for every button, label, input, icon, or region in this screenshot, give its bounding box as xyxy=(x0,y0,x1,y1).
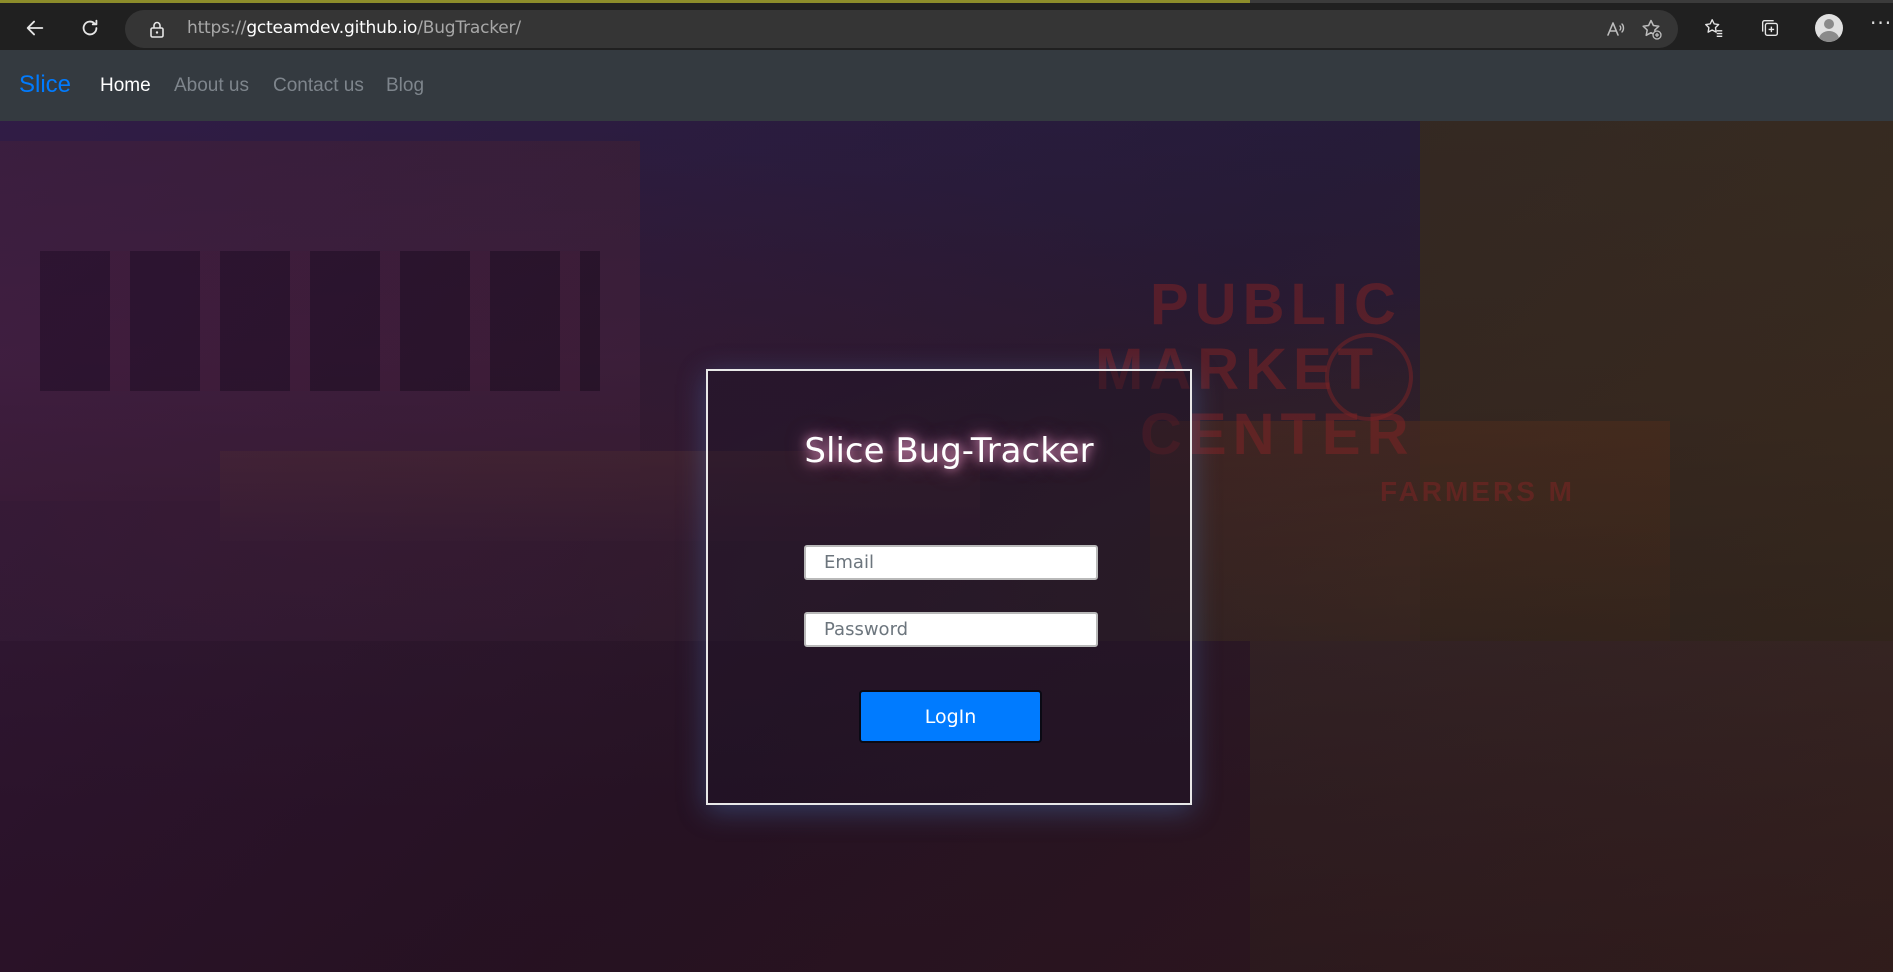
login-card: Slice Bug-Tracker LogIn xyxy=(706,369,1192,805)
nav-link-about[interactable]: About us xyxy=(174,75,249,97)
address-bar[interactable]: https://gcteamdev.github.io/BugTracker/ xyxy=(125,10,1678,48)
url-text[interactable]: https://gcteamdev.github.io/BugTracker/ xyxy=(187,18,521,38)
refresh-icon[interactable] xyxy=(73,11,107,45)
login-button[interactable]: LogIn xyxy=(859,690,1042,743)
url-host: gcteamdev.github.io xyxy=(246,18,418,38)
nav-link-blog[interactable]: Blog xyxy=(386,75,424,97)
loading-bar xyxy=(0,0,1250,3)
site-navbar: Slice Home About us Contact us Blog xyxy=(0,50,1893,121)
login-title: Slice Bug-Tracker xyxy=(804,431,1094,471)
profile-body xyxy=(1819,31,1839,42)
lock-icon[interactable] xyxy=(147,19,167,39)
profile-head xyxy=(1824,19,1834,29)
more-icon[interactable]: ··· xyxy=(1870,11,1892,35)
read-aloud-icon[interactable] xyxy=(1605,18,1627,40)
url-scheme: https:// xyxy=(187,18,247,38)
profile-icon[interactable] xyxy=(1815,14,1843,42)
loading-bar-track xyxy=(1250,0,1893,3)
nav-link-home[interactable]: Home xyxy=(100,75,151,97)
browser-toolbar: https://gcteamdev.github.io/BugTracker/ … xyxy=(0,0,1893,50)
email-input[interactable] xyxy=(804,545,1098,580)
add-favorite-icon[interactable] xyxy=(1640,18,1662,40)
password-input[interactable] xyxy=(804,612,1098,647)
url-path: /BugTracker/ xyxy=(417,18,521,38)
brand-link[interactable]: Slice xyxy=(19,71,71,99)
nav-link-contact[interactable]: Contact us xyxy=(273,75,364,97)
back-icon[interactable] xyxy=(18,11,52,45)
favorites-icon[interactable] xyxy=(1697,11,1731,45)
collections-icon[interactable] xyxy=(1753,11,1787,45)
